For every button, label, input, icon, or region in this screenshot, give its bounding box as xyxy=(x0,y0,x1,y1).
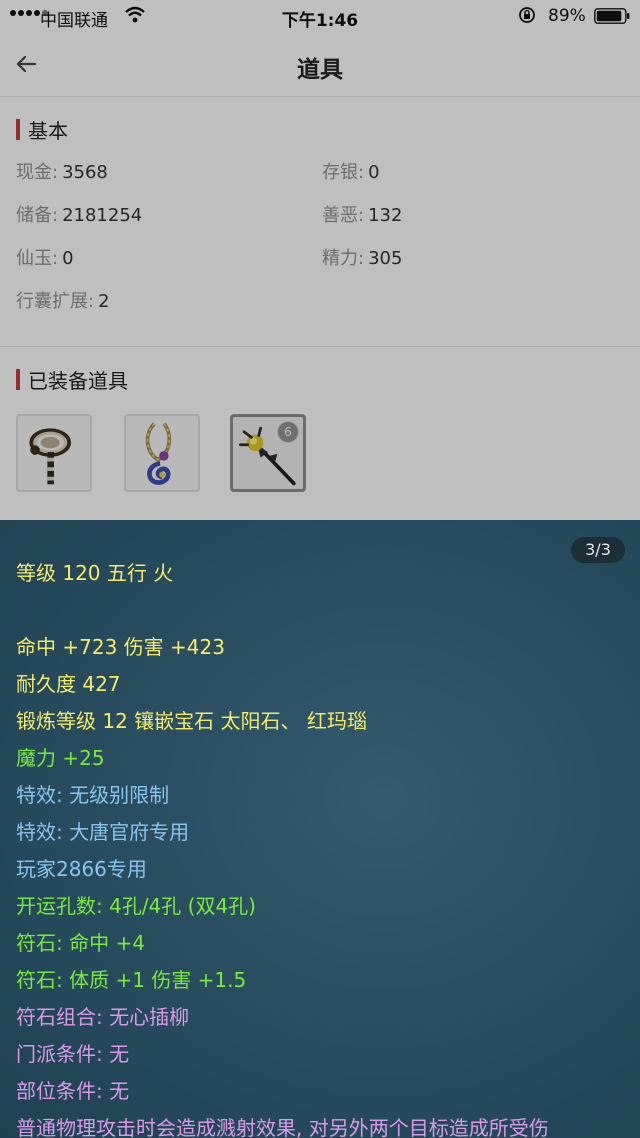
info-energy: 精力: 305 xyxy=(322,247,402,271)
tooltip-line: 锻炼等级 12 镶嵌宝石 太阳石、 红玛瑙 xyxy=(16,709,367,733)
info-value: 0 xyxy=(62,248,74,269)
rotation-lock-icon xyxy=(518,6,536,24)
navigation-bar: 道具 xyxy=(0,34,640,97)
info-label: 行囊扩展: xyxy=(16,291,95,312)
info-bag-expansion: 行囊扩展: 2 xyxy=(16,290,110,314)
basic-section-title: 基本 xyxy=(28,118,68,143)
info-label: 储备: xyxy=(16,205,59,226)
info-value: 132 xyxy=(368,205,403,226)
tooltip-line: 特效: 无级别限制 xyxy=(16,783,170,807)
page-counter: 3/3 xyxy=(571,537,625,563)
info-label: 善恶: xyxy=(322,205,365,226)
equipped-section-header: 已装备道具 xyxy=(16,366,128,393)
info-value: 3568 xyxy=(62,162,108,183)
info-savings: 存银: 0 xyxy=(322,161,380,185)
info-label: 现金: xyxy=(16,162,59,183)
tooltip-line: 普通物理攻击时会造成溅射效果, 对另外两个目标造成所受伤 xyxy=(16,1116,549,1138)
section-divider xyxy=(0,346,640,347)
info-label: 精力: xyxy=(322,248,365,269)
section-accent-bar xyxy=(16,368,20,390)
equipped-item-weapon[interactable]: 6 xyxy=(230,414,306,492)
tooltip-line: 门派条件: 无 xyxy=(16,1042,130,1066)
info-value: 305 xyxy=(368,248,403,269)
tooltip-line: 魔力 +25 xyxy=(16,746,105,770)
necklace-icon xyxy=(145,422,172,485)
staff-icon xyxy=(29,428,72,485)
tooltip-line: 符石: 体质 +1 伤害 +1.5 xyxy=(16,968,247,992)
info-reserve: 储备: 2181254 xyxy=(16,204,142,228)
tooltip-line: 符石: 命中 +4 xyxy=(16,931,145,955)
info-value: 2181254 xyxy=(62,205,143,226)
equipped-item-necklace[interactable] xyxy=(124,414,200,492)
basic-section-header: 基本 xyxy=(16,116,68,143)
tooltip-line: 部位条件: 无 xyxy=(16,1079,130,1103)
item-page: 中国联通 下午1:46 89% 道具 基本 现金: 3568 存银: 0 储备:… xyxy=(0,0,640,520)
equipped-item-staff[interactable] xyxy=(16,414,92,492)
battery-percentage: 89% xyxy=(548,6,586,26)
equipped-items-row: 6 xyxy=(16,414,626,498)
status-time: 下午1:46 xyxy=(281,11,359,31)
info-value: 2 xyxy=(98,291,110,312)
tooltip-line: 开运孔数: 4孔/4孔 (双4孔) xyxy=(16,894,256,918)
tooltip-line: 耐久度 427 xyxy=(16,672,121,696)
equipped-section-title: 已装备道具 xyxy=(28,368,128,393)
info-label: 仙玉: xyxy=(16,248,59,269)
info-cash: 现金: 3568 xyxy=(16,161,108,185)
info-karma: 善恶: 132 xyxy=(322,204,402,228)
tooltip-line: 符石组合: 无心插柳 xyxy=(16,1005,190,1029)
tooltip-line: 等级 120 五行 火 xyxy=(16,561,174,585)
info-jade: 仙玉: 0 xyxy=(16,247,74,271)
section-accent-bar xyxy=(16,118,20,140)
tooltip-line: 命中 +723 伤害 +423 xyxy=(16,635,225,659)
item-tooltip-panel: 3/3 等级 120 五行 火 命中 +723 伤害 +423 耐久度 427 … xyxy=(0,520,640,1138)
tooltip-line: 玩家2866专用 xyxy=(16,857,147,881)
status-bar: 中国联通 下午1:46 89% xyxy=(0,0,640,34)
tooltip-line: 特效: 大唐官府专用 xyxy=(16,820,190,844)
page-title: 道具 xyxy=(297,57,343,83)
battery-icon xyxy=(594,8,630,24)
gem-count-badge: 6 xyxy=(277,421,299,443)
info-label: 存银: xyxy=(322,162,365,183)
info-value: 0 xyxy=(368,162,380,183)
